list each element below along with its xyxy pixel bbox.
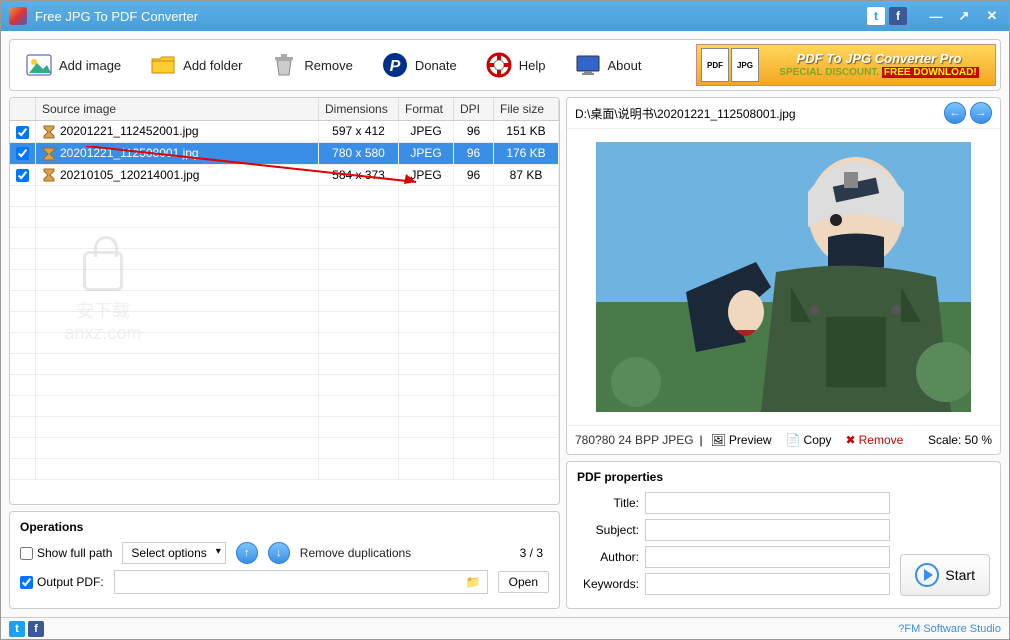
preview-panel: D:\桌面\说明书\20201221_112508001.jpg ← → xyxy=(566,97,1001,455)
donate-button[interactable]: P Donate xyxy=(370,44,468,86)
col-dimensions[interactable]: Dimensions xyxy=(319,98,399,121)
start-button[interactable]: Start xyxy=(900,554,990,596)
titlebar: Free JPG To PDF Converter t f — ↗ ✕ xyxy=(1,1,1009,31)
about-button[interactable]: About xyxy=(563,44,653,86)
cell-dim: 584 x 373 xyxy=(319,164,399,186)
close-button[interactable]: ✕ xyxy=(983,7,1001,25)
pdf-author-field[interactable] xyxy=(645,546,890,568)
pdf-subject-field[interactable] xyxy=(645,519,890,541)
cell-name: 20201221_112452001.jpg xyxy=(36,121,319,143)
svg-text:P: P xyxy=(390,58,401,75)
row-checkbox[interactable] xyxy=(16,147,29,160)
cell-fmt: JPEG xyxy=(399,121,454,143)
cell-dpi: 96 xyxy=(454,164,494,186)
preview-image-area xyxy=(567,129,1000,425)
scale-label: Scale: 50 % xyxy=(928,433,992,447)
add-folder-button[interactable]: Add folder xyxy=(138,44,253,86)
prev-image-button[interactable]: ← xyxy=(944,102,966,124)
cell-size: 176 KB xyxy=(494,142,559,164)
output-pdf-checkbox[interactable]: Output PDF: xyxy=(20,575,104,589)
remove-button[interactable]: Remove xyxy=(259,44,363,86)
file-table[interactable]: Source image Dimensions Format DPI File … xyxy=(9,97,560,505)
cell-fmt: JPEG xyxy=(399,142,454,164)
remove-x-icon: ✖ xyxy=(846,433,856,447)
operations-panel: Operations Show full path Select options… xyxy=(9,511,560,609)
pdf-icon: PDF xyxy=(701,48,729,82)
cell-dim: 780 x 580 xyxy=(319,142,399,164)
folder-small-icon: 📁 xyxy=(466,575,481,589)
status-facebook-icon[interactable]: f xyxy=(28,621,44,637)
cell-dim: 597 x 412 xyxy=(319,121,399,143)
window-title: Free JPG To PDF Converter xyxy=(35,9,867,24)
select-options-dropdown[interactable]: Select options xyxy=(122,542,225,564)
copy-button[interactable]: 📄Copy xyxy=(780,430,838,450)
row-checkbox[interactable] xyxy=(16,169,29,182)
table-row[interactable]: 20201221_112452001.jpg 597 x 412 JPEG 96… xyxy=(10,121,559,143)
col-size[interactable]: File size xyxy=(494,98,559,121)
table-row[interactable]: 20210105_120214001.jpg 584 x 373 JPEG 96… xyxy=(10,164,559,186)
folder-icon xyxy=(149,51,177,79)
lifebuoy-icon xyxy=(485,51,513,79)
cell-name: 20201221_112508001.jpg xyxy=(36,142,319,164)
preview-remove-button[interactable]: ✖Remove xyxy=(840,430,910,450)
operations-title: Operations xyxy=(20,520,549,534)
status-bar: t f ?FM Software Studio xyxy=(1,617,1009,639)
pdf-properties-panel: PDF properties Title: Subject: Author: K… xyxy=(566,461,1001,609)
pdf-keywords-field[interactable] xyxy=(645,573,890,595)
add-image-button[interactable]: Add image xyxy=(14,44,132,86)
next-image-button[interactable]: → xyxy=(970,102,992,124)
twitter-icon[interactable]: t xyxy=(867,7,885,25)
app-logo-icon xyxy=(9,7,27,25)
move-down-button[interactable]: ↓ xyxy=(268,542,290,564)
row-checkbox[interactable] xyxy=(16,126,29,139)
main-toolbar: Add image Add folder Remove P Donate Hel… xyxy=(9,39,1001,91)
open-button[interactable]: Open xyxy=(498,571,549,593)
col-source[interactable]: Source image xyxy=(36,98,319,121)
preview-image xyxy=(596,142,971,412)
cell-fmt: JPEG xyxy=(399,164,454,186)
cell-dpi: 96 xyxy=(454,142,494,164)
preview-path: D:\桌面\说明书\20201221_112508001.jpg xyxy=(575,105,796,122)
output-path-field[interactable]: 📁 xyxy=(114,570,488,594)
col-format[interactable]: Format xyxy=(399,98,454,121)
paypal-icon: P xyxy=(381,51,409,79)
help-button[interactable]: Help xyxy=(474,44,557,86)
pdf-properties-title: PDF properties xyxy=(577,470,890,484)
play-icon xyxy=(915,563,939,587)
monitor-icon xyxy=(574,51,602,79)
copy-icon: 📄 xyxy=(786,433,801,447)
promo-banner[interactable]: PDFJPG PDF To JPG Converter Pro SPECIAL … xyxy=(696,44,996,86)
image-icon xyxy=(25,51,53,79)
file-counter: 3 / 3 xyxy=(520,546,549,560)
preview-icon: 🖼 xyxy=(711,433,726,447)
image-info: 780?80 24 BPP JPEG xyxy=(575,433,694,447)
cell-size: 87 KB xyxy=(494,164,559,186)
show-full-path-checkbox[interactable]: Show full path xyxy=(20,546,112,560)
move-up-button[interactable]: ↑ xyxy=(236,542,258,564)
credit-link[interactable]: ?FM Software Studio xyxy=(898,623,1001,635)
maximize-button[interactable]: ↗ xyxy=(955,7,973,25)
col-dpi[interactable]: DPI xyxy=(454,98,494,121)
table-row[interactable]: 20201221_112508001.jpg 780 x 580 JPEG 96… xyxy=(10,142,559,164)
cell-dpi: 96 xyxy=(454,121,494,143)
cell-size: 151 KB xyxy=(494,121,559,143)
cell-name: 20210105_120214001.jpg xyxy=(36,164,319,186)
trash-icon xyxy=(270,51,298,79)
pdf-title-field[interactable] xyxy=(645,492,890,514)
minimize-button[interactable]: — xyxy=(927,7,945,25)
facebook-icon[interactable]: f xyxy=(889,7,907,25)
remove-duplications-button[interactable]: Remove duplications xyxy=(300,546,411,560)
jpg-icon: JPG xyxy=(731,48,759,82)
preview-button[interactable]: 🖼Preview xyxy=(705,430,778,450)
status-twitter-icon[interactable]: t xyxy=(9,621,25,637)
